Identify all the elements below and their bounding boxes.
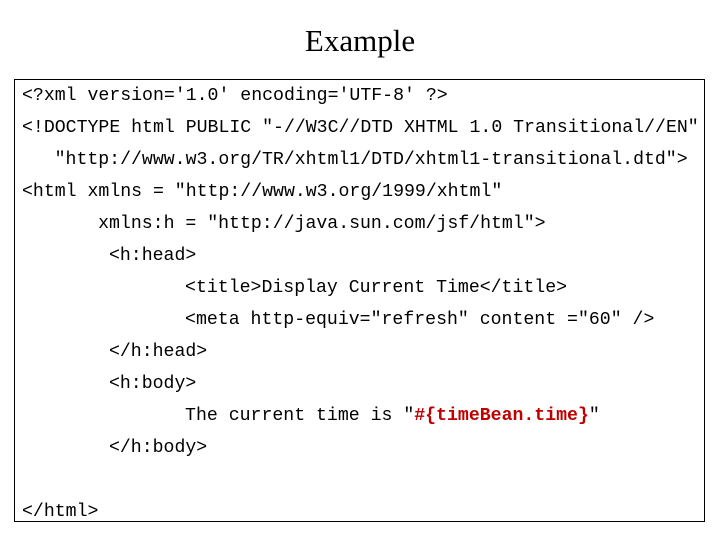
page-title: Example [304,23,416,58]
code-line: <title>Display Current Time</title> [15,272,699,304]
code-line: <html xmlns = "http://www.w3.org/1999/xh… [15,176,699,208]
code-block: <?xml version='1.0' encoding='UTF-8' ?> <… [14,79,705,522]
code-text: <title>Display Current Time</title> [185,278,568,298]
slide: Example <?xml version='1.0' encoding='UT… [0,0,720,540]
code-line: <h:body> [15,368,699,400]
code-text: <h:body> [108,374,197,394]
code-line: <!DOCTYPE html PUBLIC "-//W3C//DTD XHTML… [15,112,699,144]
code-text: <meta http-equiv="refresh" content ="60"… [185,310,655,330]
code-line: <meta http-equiv="refresh" content ="60"… [15,304,699,336]
code-line: <h:head> [15,240,699,272]
code-text: <html xmlns = "http://www.w3.org/1999/xh… [22,182,503,202]
code-line: </h:head> [15,336,699,368]
code-text: The current time is " [185,406,415,426]
code-text: <!DOCTYPE html PUBLIC "-//W3C//DTD XHTML… [22,118,699,138]
code-text: <h:head> [108,246,197,266]
code-line: The current time is "#{timeBean.time}" [15,400,699,432]
code-line: "http://www.w3.org/TR/xhtml1/DTD/xhtml1-… [15,144,699,176]
code-line: xmlns:h = "http://java.sun.com/jsf/html"… [15,208,699,240]
code-text: "http://www.w3.org/TR/xhtml1/DTD/xhtml1-… [54,150,688,170]
code-text: </h:head> [108,342,208,362]
code-text: xmlns:h = "http://java.sun.com/jsf/html"… [98,214,546,234]
code-text: </h:body> [108,438,208,458]
code-text: " [588,406,600,426]
code-line-list: <?xml version='1.0' encoding='UTF-8' ?> <… [15,80,699,522]
code-line: </h:body> [15,432,699,464]
code-line: <?xml version='1.0' encoding='UTF-8' ?> [15,80,699,112]
code-text: <?xml version='1.0' encoding='UTF-8' ?> [22,86,448,106]
el-expression: #{timeBean.time} [414,406,589,426]
code-line: </html> [15,496,699,522]
code-text: </html> [22,502,99,522]
